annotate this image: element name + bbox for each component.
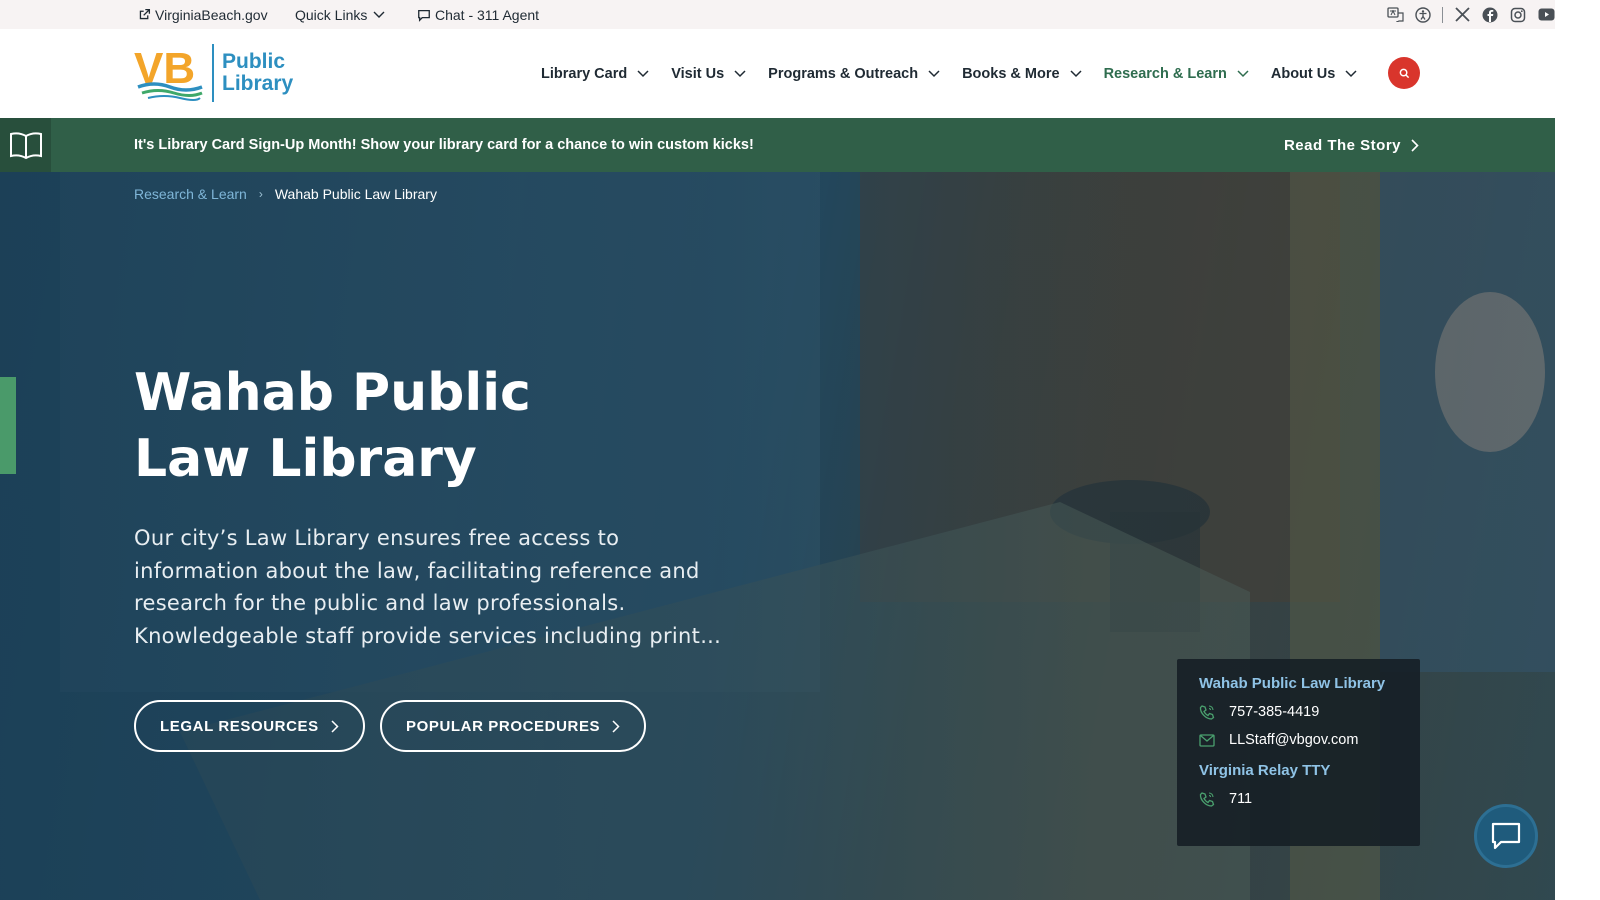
- hero-section: Research & Learn › Wahab Public Law Libr…: [0, 172, 1555, 900]
- chat-bubble-icon: [1491, 822, 1521, 850]
- chevron-down-icon: [373, 11, 385, 18]
- site-header: VB Public Library Library Card Visit Us …: [0, 29, 1555, 118]
- vb-library-logo[interactable]: VB Public Library: [134, 43, 293, 103]
- facebook-icon[interactable]: [1481, 6, 1499, 24]
- page-title-line2: Law Library: [134, 429, 477, 489]
- nav-programs-outreach[interactable]: Programs & Outreach: [768, 66, 940, 82]
- nav-label: Visit Us: [671, 65, 725, 82]
- translate-icon[interactable]: [1386, 6, 1404, 24]
- logo-text: Public Library: [222, 51, 293, 95]
- chat-icon: [418, 9, 430, 22]
- legal-resources-button[interactable]: LEGAL RESOURCES: [134, 700, 365, 752]
- announcement-bar: It's Library Card Sign-Up Month! Show yo…: [0, 118, 1555, 172]
- nav-label: Library Card: [541, 65, 628, 82]
- vb-logo-mark: VB: [134, 43, 204, 103]
- page-title-line1: Wahab Public: [134, 363, 531, 423]
- chat-widget-button[interactable]: [1474, 804, 1538, 868]
- email-icon: [1199, 733, 1215, 747]
- announcement-text: It's Library Card Sign-Up Month! Show yo…: [134, 137, 754, 153]
- tty-phone-value: 711: [1229, 791, 1253, 807]
- contact-phone[interactable]: 757-385-4419: [1199, 704, 1398, 720]
- virginia-beach-label: VirginiaBeach.gov: [155, 6, 268, 23]
- accessibility-icon[interactable]: [1414, 6, 1432, 24]
- nav-research-learn[interactable]: Research & Learn: [1104, 66, 1249, 82]
- virginia-beach-link[interactable]: VirginiaBeach.gov: [138, 0, 268, 29]
- chevron-down-icon: [734, 69, 746, 77]
- chevron-right-icon: [1411, 138, 1419, 152]
- read-the-story-link[interactable]: Read The Story: [1284, 118, 1419, 172]
- contact-card-title: Wahab Public Law Library: [1199, 675, 1386, 692]
- nav-label: Research & Learn: [1103, 65, 1227, 82]
- nav-about-us[interactable]: About Us: [1271, 66, 1357, 82]
- chevron-down-icon: [1237, 69, 1249, 77]
- quick-links-label: Quick Links: [295, 6, 368, 23]
- instagram-icon[interactable]: [1509, 6, 1527, 24]
- social-divider: [1442, 6, 1443, 23]
- breadcrumb-separator-icon: ›: [258, 187, 263, 201]
- chevron-down-icon: [637, 69, 649, 77]
- contact-card: Wahab Public Law Library 757-385-4419 LL…: [1177, 659, 1420, 846]
- breadcrumb-research-learn[interactable]: Research & Learn: [134, 186, 247, 202]
- alert-icon-box: [0, 118, 51, 172]
- chat-311-label: Chat - 311 Agent: [435, 6, 540, 23]
- external-link-icon: [139, 8, 151, 20]
- chevron-right-icon: [612, 719, 620, 733]
- nav-library-card[interactable]: Library Card: [541, 66, 649, 82]
- quick-links-dropdown[interactable]: Quick Links: [295, 0, 389, 29]
- popular-procedures-button[interactable]: POPULAR PROCEDURES: [380, 700, 647, 752]
- chevron-down-icon: [1070, 69, 1082, 77]
- search-icon: [1399, 68, 1409, 78]
- page-title: Wahab Public Law Library: [134, 360, 694, 492]
- hero-description: Our city’s Law Library ensures free acce…: [134, 526, 722, 648]
- logo-divider: [212, 44, 214, 102]
- nav-books-more[interactable]: Books & More: [962, 66, 1082, 82]
- phone-icon: [1199, 792, 1215, 807]
- chevron-down-icon: [928, 69, 940, 77]
- chat-311-link[interactable]: Chat - 311 Agent: [417, 0, 539, 29]
- x-icon[interactable]: [1453, 6, 1471, 24]
- contact-email[interactable]: LLStaff@vbgov.com: [1199, 732, 1398, 748]
- nav-label: About Us: [1270, 65, 1336, 82]
- nav-visit-us[interactable]: Visit Us: [671, 66, 746, 82]
- phone-icon: [1199, 705, 1215, 720]
- chevron-right-icon: [331, 719, 339, 733]
- nav-label: Books & More: [962, 65, 1060, 82]
- chevron-down-icon: [1345, 69, 1357, 77]
- breadcrumb: Research & Learn › Wahab Public Law Libr…: [134, 186, 437, 202]
- side-feedback-tab[interactable]: [0, 377, 16, 474]
- legal-resources-label: LEGAL RESOURCES: [160, 717, 319, 735]
- popular-procedures-label: POPULAR PROCEDURES: [406, 717, 601, 735]
- main-nav: Library Card Visit Us Programs & Outreac…: [541, 29, 1379, 118]
- tty-title: Virginia Relay TTY: [1199, 762, 1331, 779]
- youtube-icon[interactable]: [1537, 6, 1555, 24]
- search-button[interactable]: [1388, 57, 1420, 89]
- social-links: [1386, 0, 1555, 29]
- tty-phone[interactable]: 711: [1199, 791, 1398, 807]
- breadcrumb-current: Wahab Public Law Library: [274, 186, 437, 202]
- logo-line-public: Public: [222, 50, 286, 73]
- contact-phone-value: 757-385-4419: [1229, 704, 1320, 720]
- read-the-story-label: Read The Story: [1283, 136, 1401, 154]
- logo-line-library: Library: [222, 72, 294, 95]
- nav-label: Programs & Outreach: [768, 65, 919, 82]
- contact-email-value: LLStaff@vbgov.com: [1229, 732, 1359, 748]
- open-book-icon: [9, 132, 42, 160]
- utility-bar: VirginiaBeach.gov Quick Links Chat - 311…: [0, 0, 1555, 29]
